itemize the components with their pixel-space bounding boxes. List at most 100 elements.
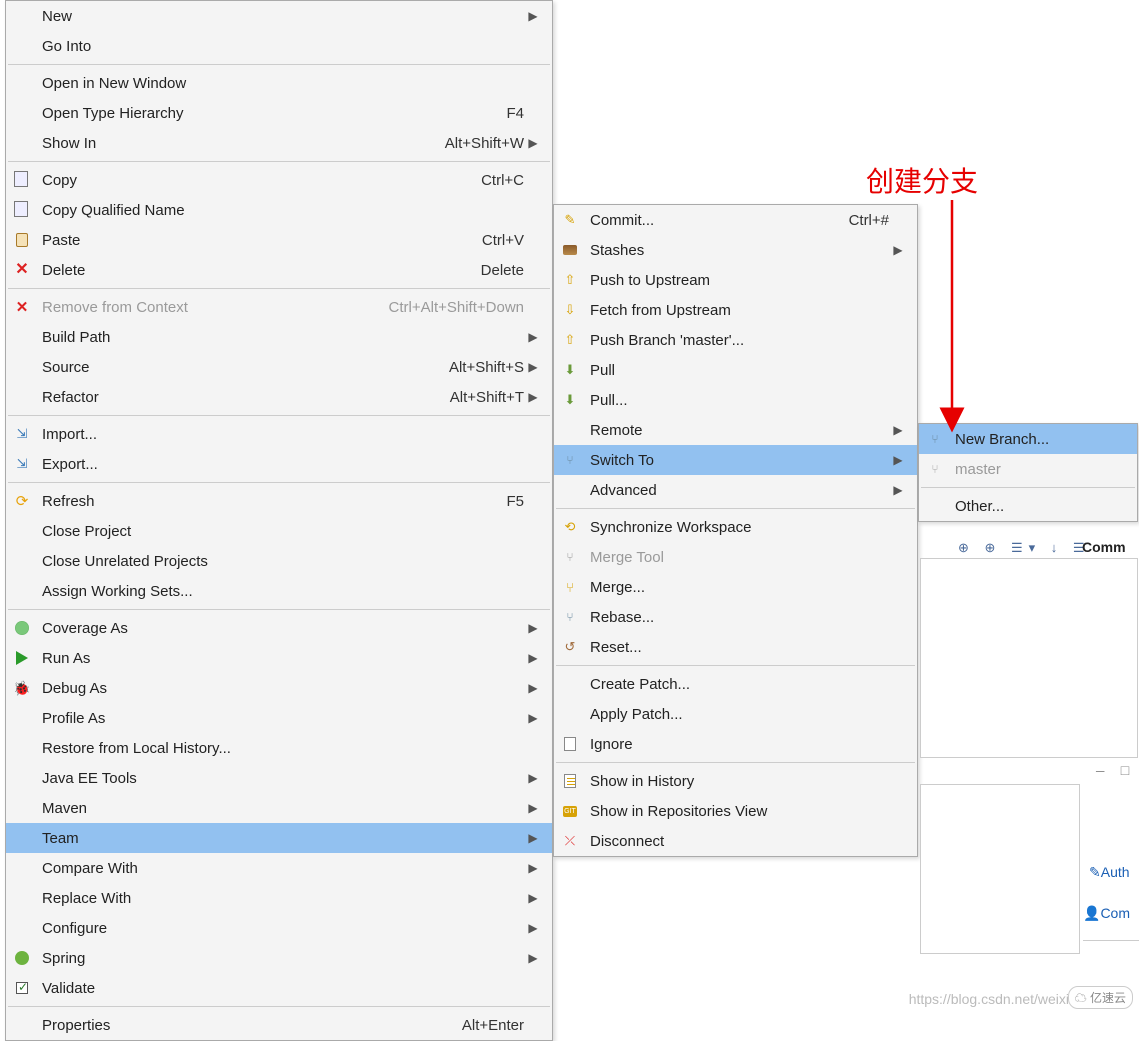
menu-item-fetch-upstream[interactable]: ⇩Fetch from Upstream bbox=[554, 295, 917, 325]
author-link[interactable]: ✎Auth bbox=[1089, 864, 1130, 881]
menu-item-assign-ws[interactable]: Assign Working Sets... bbox=[6, 576, 552, 606]
bottom-strip bbox=[1083, 940, 1139, 990]
menu-item-close-unrelated[interactable]: Close Unrelated Projects bbox=[6, 546, 552, 576]
menu-item-configure[interactable]: Configure▶ bbox=[6, 913, 552, 943]
menu-item-label: Merge... bbox=[586, 579, 889, 596]
menu-item-refactor[interactable]: RefactorAlt+Shift+T▶ bbox=[6, 382, 552, 412]
menu-item-open-type-hierarchy[interactable]: Open Type HierarchyF4 bbox=[6, 98, 552, 128]
paste-icon bbox=[6, 233, 38, 247]
chevron-right-icon: ▶ bbox=[889, 243, 907, 257]
menu-item-javaee-tools[interactable]: Java EE Tools▶ bbox=[6, 763, 552, 793]
menu-item-replace-with[interactable]: Replace With▶ bbox=[6, 883, 552, 913]
chevron-right-icon: ▶ bbox=[524, 771, 542, 785]
menu-item-source[interactable]: SourceAlt+Shift+S▶ bbox=[6, 352, 552, 382]
menu-item-push-branch[interactable]: ⇧Push Branch 'master'... bbox=[554, 325, 917, 355]
menu-item-open-new-window[interactable]: Open in New Window bbox=[6, 68, 552, 98]
menu-item-advanced[interactable]: Advanced▶ bbox=[554, 475, 917, 505]
commit-icon: ✎ bbox=[554, 212, 586, 228]
menu-item-maven[interactable]: Maven▶ bbox=[6, 793, 552, 823]
menu-item-ignore[interactable]: Ignore bbox=[554, 729, 917, 759]
cloud-icon: ☁ bbox=[1075, 991, 1087, 1005]
menu-item-shortcut: Ctrl+C bbox=[451, 172, 524, 189]
mergetool-icon: ⑂ bbox=[554, 550, 586, 564]
menu-item-new[interactable]: New▶ bbox=[6, 1, 552, 31]
menu-item-reset[interactable]: ↺Reset... bbox=[554, 632, 917, 662]
menu-item-show-history[interactable]: Show in History bbox=[554, 766, 917, 796]
menu-item-label: Push Branch 'master'... bbox=[586, 332, 889, 349]
editor-panel-bottom bbox=[920, 784, 1080, 954]
menu-item-go-into[interactable]: Go Into bbox=[6, 31, 552, 61]
menu-item-label: Remote bbox=[586, 422, 889, 439]
menu-item-label: Close Project bbox=[38, 523, 524, 540]
menu-item-label: Apply Patch... bbox=[586, 706, 889, 723]
menu-item-push-upstream[interactable]: ⇧Push to Upstream bbox=[554, 265, 917, 295]
pull-icon: ⬇ bbox=[554, 362, 586, 378]
menu-separator bbox=[921, 487, 1135, 488]
menu-item-restore-local[interactable]: Restore from Local History... bbox=[6, 733, 552, 763]
menu-item-apply-patch[interactable]: Apply Patch... bbox=[554, 699, 917, 729]
pane-controls[interactable]: — □ bbox=[1096, 764, 1133, 780]
menu-item-label: Advanced bbox=[586, 482, 889, 499]
fetch-icon: ⇩ bbox=[554, 302, 586, 318]
blank-icon bbox=[6, 359, 38, 375]
menu-item-properties[interactable]: PropertiesAlt+Enter bbox=[6, 1010, 552, 1040]
menu-item-show-in[interactable]: Show InAlt+Shift+W▶ bbox=[6, 128, 552, 158]
menu-item-stashes[interactable]: Stashes▶ bbox=[554, 235, 917, 265]
menu-separator bbox=[8, 415, 550, 416]
chevron-right-icon: ▶ bbox=[524, 921, 542, 935]
menu-item-label: Disconnect bbox=[586, 833, 889, 850]
context-menu-main[interactable]: New▶Go Into Open in New WindowOpen Type H… bbox=[5, 0, 553, 1041]
person-icon: 👤 bbox=[1083, 905, 1100, 921]
menu-item-disconnect[interactable]: ⤫Disconnect bbox=[554, 826, 917, 856]
menu-item-build-path[interactable]: Build Path▶ bbox=[6, 322, 552, 352]
menu-item-copy[interactable]: CopyCtrl+C bbox=[6, 165, 552, 195]
blank-icon bbox=[6, 8, 38, 24]
menu-item-pull-dots[interactable]: ⬇Pull... bbox=[554, 385, 917, 415]
menu-item-switch-to[interactable]: ⑂Switch To▶ bbox=[554, 445, 917, 475]
menu-item-sync-ws[interactable]: ⟲Synchronize Workspace bbox=[554, 512, 917, 542]
comment-panel-label: Comm bbox=[1082, 539, 1126, 555]
chevron-right-icon: ▶ bbox=[889, 453, 907, 467]
menu-item-copy-qualified[interactable]: Copy Qualified Name bbox=[6, 195, 552, 225]
menu-item-export[interactable]: ⇲Export... bbox=[6, 449, 552, 479]
menu-item-label: master bbox=[951, 461, 1109, 478]
menu-item-label: Export... bbox=[38, 456, 524, 473]
copy-icon bbox=[6, 173, 38, 187]
menu-item-create-patch[interactable]: Create Patch... bbox=[554, 669, 917, 699]
menu-item-import[interactable]: ⇲Import... bbox=[6, 419, 552, 449]
menu-item-pull[interactable]: ⬇Pull bbox=[554, 355, 917, 385]
menu-item-profile-as[interactable]: Profile As▶ bbox=[6, 703, 552, 733]
toolbar-icons[interactable]: ⊕ ⊕ ☰▾ ↓ ☰ bbox=[958, 540, 1091, 556]
menu-item-label: Validate bbox=[38, 980, 524, 997]
menu-item-team[interactable]: Team▶ bbox=[6, 823, 552, 853]
menu-item-commit[interactable]: ✎Commit...Ctrl+# bbox=[554, 205, 917, 235]
menu-item-compare-with[interactable]: Compare With▶ bbox=[6, 853, 552, 883]
coverage-icon bbox=[6, 621, 38, 635]
menu-item-debug-as[interactable]: 🐞Debug As▶ bbox=[6, 673, 552, 703]
committer-link[interactable]: 👤Com bbox=[1083, 905, 1130, 922]
menu-item-label: Refresh bbox=[38, 493, 476, 510]
reset-icon: ↺ bbox=[554, 639, 586, 655]
blank-icon bbox=[6, 583, 38, 599]
chevron-right-icon: ▶ bbox=[524, 621, 542, 635]
menu-item-other[interactable]: Other... bbox=[919, 491, 1137, 521]
menu-item-remote[interactable]: Remote▶ bbox=[554, 415, 917, 445]
menu-item-show-repo-view[interactable]: GITShow in Repositories View bbox=[554, 796, 917, 826]
menu-item-merge[interactable]: ⑂Merge... bbox=[554, 572, 917, 602]
menu-item-rebase[interactable]: ⑂Rebase... bbox=[554, 602, 917, 632]
menu-item-label: Import... bbox=[38, 426, 524, 443]
menu-item-paste[interactable]: PasteCtrl+V bbox=[6, 225, 552, 255]
menu-item-coverage-as[interactable]: Coverage As▶ bbox=[6, 613, 552, 643]
import-icon: ⇲ bbox=[6, 456, 38, 472]
menu-item-refresh[interactable]: ⟳RefreshF5 bbox=[6, 486, 552, 516]
blank-icon bbox=[554, 422, 586, 438]
context-menu-team[interactable]: ✎Commit...Ctrl+#Stashes▶⇧Push to Upstrea… bbox=[553, 204, 918, 857]
menu-item-shortcut: Ctrl+Alt+Shift+Down bbox=[359, 299, 524, 316]
blank-icon bbox=[6, 523, 38, 539]
menu-item-validate[interactable]: Validate bbox=[6, 973, 552, 1003]
menu-item-label: Show In bbox=[38, 135, 415, 152]
menu-item-delete[interactable]: ✕DeleteDelete bbox=[6, 255, 552, 285]
menu-item-run-as[interactable]: Run As▶ bbox=[6, 643, 552, 673]
menu-item-spring[interactable]: Spring▶ bbox=[6, 943, 552, 973]
menu-item-close-project[interactable]: Close Project bbox=[6, 516, 552, 546]
